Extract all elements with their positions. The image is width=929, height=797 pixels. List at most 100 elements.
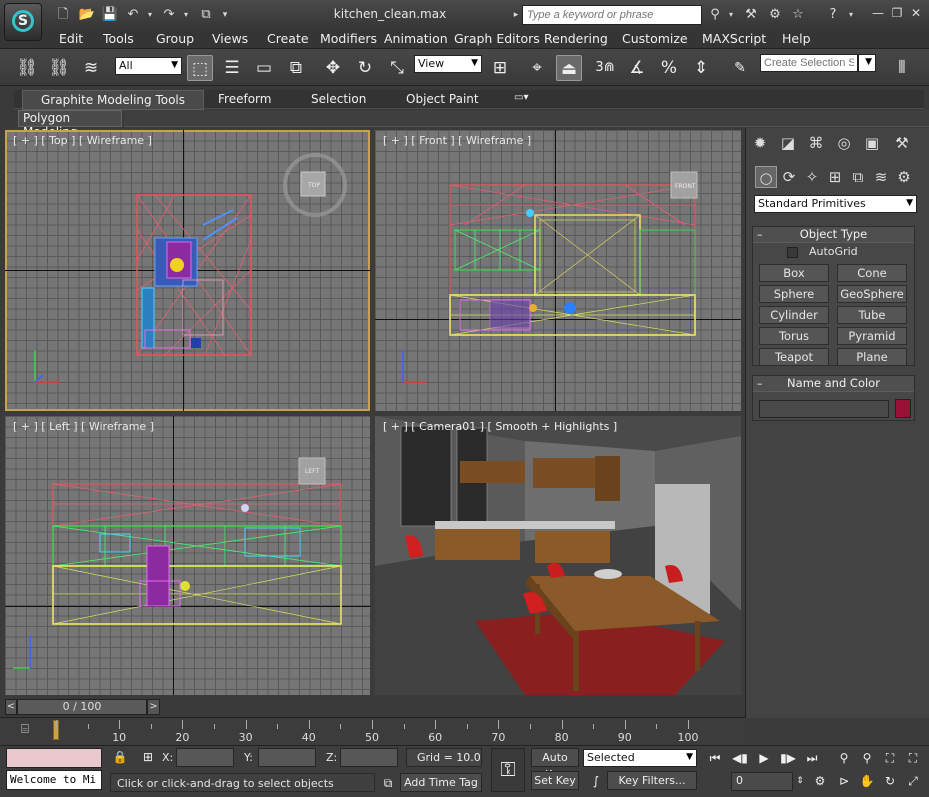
tab-object-paint[interactable]: Object Paint [406, 92, 479, 106]
menu-animation[interactable]: Animation [384, 31, 448, 46]
set-key-button[interactable]: Set Key [531, 771, 579, 790]
angle-snap-icon[interactable]: ∡ [624, 55, 650, 81]
play-icon[interactable]: ▶ [754, 749, 774, 767]
help-dropdown-icon[interactable]: ▾ [842, 6, 860, 24]
select-by-name-icon[interactable]: ☰ [219, 55, 245, 81]
open-file-icon[interactable]: 📂 [78, 6, 96, 24]
named-selection-dropdown[interactable]: ▼ [858, 54, 876, 72]
hierarchy-tab-icon[interactable]: ⌘ [805, 132, 827, 154]
select-object-icon[interactable]: ⬚ [187, 55, 213, 81]
object-color-swatch[interactable] [895, 399, 911, 418]
motion-tab-icon[interactable]: ◎ [833, 132, 855, 154]
viewport-camera[interactable]: [ + ] [ Camera01 ] [ Smooth + Highlights… [375, 416, 741, 695]
x-coordinate-field[interactable] [176, 748, 234, 767]
menu-rendering[interactable]: Rendering [544, 31, 608, 46]
minimize-icon[interactable]: — [870, 5, 886, 21]
maxscript-listener-pink[interactable] [6, 748, 102, 768]
box-button[interactable]: Box [759, 264, 829, 282]
percent-snap-icon[interactable]: % [656, 55, 682, 81]
tube-button[interactable]: Tube [837, 306, 907, 324]
zoom-extents-icon[interactable]: ⛶ [880, 749, 900, 767]
menu-create[interactable]: Create [267, 31, 309, 46]
viewport-left[interactable]: [ + ] [ Left ] [ Wireframe ] LEFT [5, 416, 370, 695]
create-tab-icon[interactable]: ✹ [749, 132, 771, 154]
project-folder-icon[interactable]: ⧉ [197, 6, 215, 24]
rollout-header[interactable]: – Name and Color [753, 376, 914, 392]
ribbon-panel-polygon-modeling[interactable]: Polygon Modeling [18, 110, 122, 139]
ribbon-options-icon[interactable]: ▭▾ [514, 92, 528, 103]
use-pivot-point-icon[interactable]: ⊞ [487, 55, 513, 81]
y-coordinate-field[interactable] [258, 748, 316, 767]
quick-access-dropdown-icon[interactable]: ▾ [216, 6, 234, 24]
undo-dropdown-icon[interactable]: ▾ [141, 6, 159, 24]
next-frame-icon[interactable]: ▮▶ [778, 749, 798, 767]
category-dropdown[interactable]: Standard Primitives ▼ [754, 195, 917, 213]
helpers-icon[interactable]: ⧉ [847, 166, 869, 188]
space-warps-icon[interactable]: ≋ [870, 166, 892, 188]
menu-graph-editors[interactable]: Graph Editors [454, 31, 540, 46]
application-button[interactable]: S [4, 3, 42, 41]
mini-curve-editor-icon[interactable]: ⌸ [14, 722, 36, 740]
current-frame-field[interactable]: 0 [731, 772, 793, 791]
reference-coordinate-dropdown[interactable]: View ▼ [414, 55, 482, 73]
named-selection-input[interactable] [760, 54, 858, 72]
spinner-snap-icon[interactable]: ⇕ [688, 55, 714, 81]
zoom-extents-all-icon[interactable]: ⛶ [903, 749, 923, 767]
search-input[interactable] [522, 5, 702, 25]
favorites-star-icon[interactable]: ☆ [789, 6, 807, 24]
cameras-icon[interactable]: ⊞ [824, 166, 846, 188]
menu-views[interactable]: Views [212, 31, 248, 46]
select-and-move-icon[interactable]: ✥ [320, 55, 346, 81]
autogrid-checkbox[interactable] [787, 247, 798, 258]
viewport-top[interactable]: [ + ] [ Top ] [ Wireframe ] TOP [5, 130, 370, 411]
rollout-header[interactable]: – Object Type [753, 227, 914, 243]
redo-dropdown-icon[interactable]: ▾ [177, 6, 195, 24]
orbit-icon[interactable]: ↻ [880, 772, 900, 790]
tab-graphite-modeling-tools[interactable]: Graphite Modeling Tools [22, 90, 205, 110]
communication-center-icon[interactable]: ⚙ [766, 6, 784, 24]
time-slider-prev[interactable]: < [5, 699, 17, 715]
tab-freeform[interactable]: Freeform [218, 92, 271, 106]
select-and-manipulate-icon[interactable]: ⌖ [524, 55, 550, 81]
z-coordinate-field[interactable] [340, 748, 398, 767]
go-to-start-icon[interactable]: ⏮ [705, 749, 725, 767]
help-icon[interactable]: ? [824, 6, 842, 24]
time-slider-next[interactable]: > [147, 699, 160, 715]
search-dropdown-icon[interactable]: ▾ [722, 6, 740, 24]
systems-icon[interactable]: ⚙ [893, 166, 915, 188]
teapot-button[interactable]: Teapot [759, 348, 829, 366]
previous-frame-icon[interactable]: ◀▮ [730, 749, 750, 767]
lights-icon[interactable]: ✧ [801, 166, 823, 188]
object-name-input[interactable] [759, 400, 889, 418]
shapes-icon[interactable]: ⟳ [778, 166, 800, 188]
modify-tab-icon[interactable]: ◪ [777, 132, 799, 154]
utilities-tab-icon[interactable]: ⚒ [891, 132, 913, 154]
set-key-mode-icon[interactable]: ⚿ [491, 748, 525, 792]
window-crossing-icon[interactable]: ⧉ [283, 55, 309, 81]
key-mode-dropdown[interactable]: Selected ▼ [583, 749, 697, 767]
subscription-icon[interactable]: ⚒ [742, 6, 760, 24]
zoom-all-icon[interactable]: ⚲ [857, 749, 877, 767]
pyramid-button[interactable]: Pyramid [837, 327, 907, 345]
tab-selection[interactable]: Selection [311, 92, 366, 106]
display-tab-icon[interactable]: ▣ [861, 132, 883, 154]
viewport-label[interactable]: [ + ] [ Camera01 ] [ Smooth + Highlights… [383, 420, 617, 433]
restore-icon[interactable]: ❐ [889, 5, 905, 21]
redo-icon[interactable]: ↷ [160, 6, 178, 24]
geosphere-button[interactable]: GeoSphere [837, 285, 907, 303]
maxscript-output[interactable]: Welcome to Mi [6, 770, 102, 790]
bind-to-space-warp-icon[interactable]: ≋ [78, 55, 104, 81]
auto-key-button[interactable]: Auto Key [531, 748, 579, 781]
select-and-scale-icon[interactable]: ⤡ [384, 55, 410, 81]
menu-customize[interactable]: Customize [622, 31, 688, 46]
menu-group[interactable]: Group [156, 31, 194, 46]
key-filters-button[interactable]: Key Filters... [607, 771, 697, 790]
frame-spinner-icon[interactable]: ⇕ [794, 772, 806, 790]
rectangular-selection-icon[interactable]: ▭ [251, 55, 277, 81]
maximize-viewport-icon[interactable]: ⤢ [903, 772, 923, 790]
pan-view-icon[interactable]: ✋ [857, 772, 877, 790]
go-to-end-icon[interactable]: ⏭ [802, 749, 822, 767]
zoom-icon[interactable]: ⚲ [834, 749, 854, 767]
torus-button[interactable]: Torus [759, 327, 829, 345]
keyboard-shortcut-override-icon[interactable]: ⏏ [556, 55, 582, 81]
